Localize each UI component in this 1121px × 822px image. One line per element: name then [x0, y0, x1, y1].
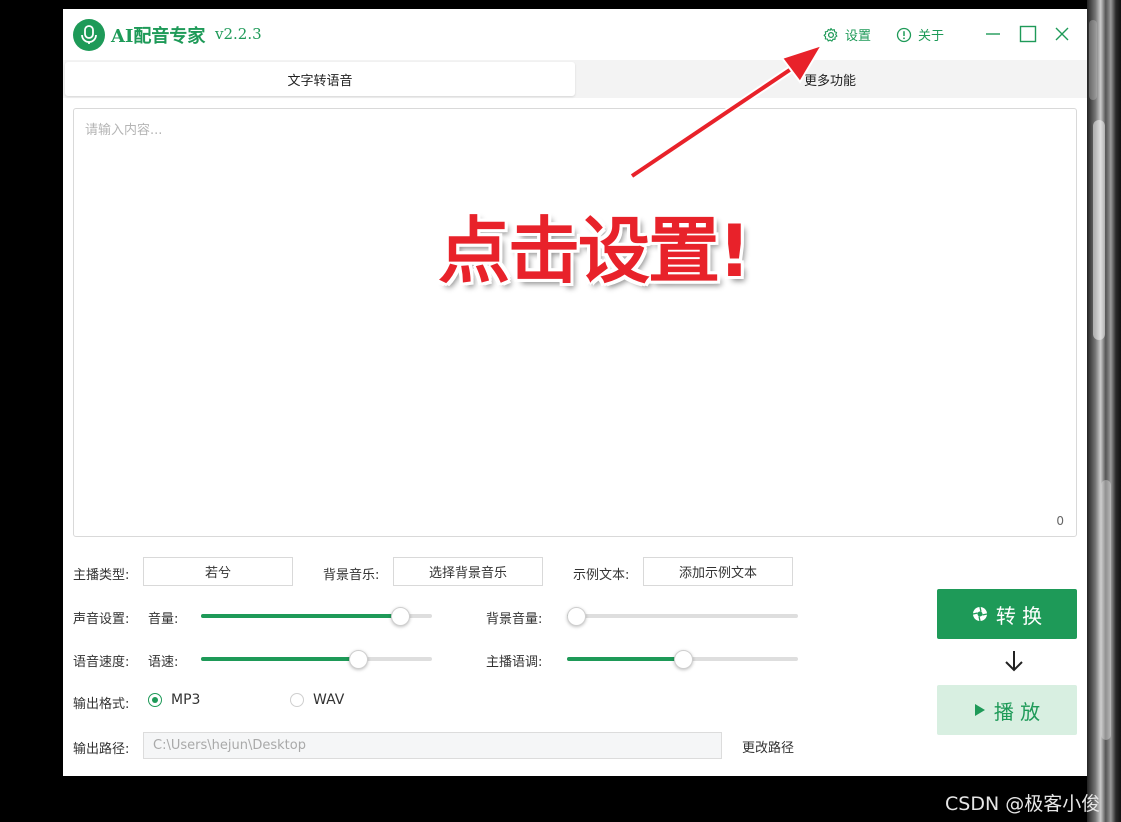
title-bar: AI配音专家 v2.2.3 设置 关于 [63, 9, 1087, 59]
about-button[interactable]: 关于 [896, 25, 944, 44]
output-format-label: 输出格式: [73, 697, 130, 712]
speech-speed-label: 语音速度: [73, 655, 130, 670]
settings-label: 设置 [845, 29, 872, 44]
convert-button[interactable]: 转 换 [937, 589, 1077, 639]
convert-label: 转 换 [995, 603, 1043, 628]
volume-slider-thumb[interactable] [390, 607, 410, 626]
volume-label: 音量: [148, 612, 179, 627]
settings-button[interactable]: 设置 [823, 25, 871, 44]
bg-volume-label: 背景音量: [486, 612, 543, 627]
char-counter: 0 [1056, 514, 1064, 528]
aperture-icon [972, 606, 987, 622]
text-input-area[interactable]: 请输入内容... 0 [73, 108, 1077, 537]
close-icon [1055, 27, 1069, 41]
change-path-link[interactable]: 更改路径 [742, 737, 794, 756]
info-icon [896, 27, 912, 42]
about-label: 关于 [918, 29, 945, 44]
watermark: CSDN @极客小俊 [945, 793, 1101, 815]
background-photo-edge [1087, 0, 1121, 822]
format-wav-radio[interactable]: WAV [290, 692, 344, 708]
text-input-placeholder: 请输入内容... [85, 123, 163, 138]
maximize-icon [1019, 25, 1037, 43]
speed-slider-thumb[interactable] [349, 650, 369, 669]
play-label: 播 放 [993, 699, 1041, 724]
volume-slider[interactable] [201, 606, 432, 626]
sound-settings-label: 声音设置: [73, 612, 130, 627]
tab-more-features[interactable]: 更多功能 [575, 62, 1085, 96]
app-version: v2.2.3 [215, 25, 262, 43]
rate-label: 语速: [148, 655, 179, 670]
gear-icon [823, 27, 838, 42]
speed-slider[interactable] [201, 649, 432, 669]
bgm-label: 背景音乐: [323, 568, 380, 583]
tab-bar: 文字转语音 更多功能 [63, 60, 1087, 98]
pitch-slider[interactable] [567, 649, 798, 669]
play-icon [974, 704, 985, 716]
pitch-label: 主播语调: [486, 655, 543, 670]
format-mp3-label: MP3 [171, 692, 201, 708]
bg-volume-slider[interactable] [567, 606, 798, 626]
minimize-button[interactable] [981, 22, 1005, 46]
add-sample-text-button[interactable]: 添加示例文本 [643, 557, 793, 586]
select-bgm-button[interactable]: 选择背景音乐 [393, 557, 543, 586]
play-button[interactable]: 播 放 [937, 685, 1077, 735]
annotation-callout: 点击设置! [438, 209, 751, 293]
app-window: AI配音专家 v2.2.3 设置 关于 文字转语音 更多功能 请输入内容... … [63, 9, 1087, 776]
format-mp3-radio[interactable]: MP3 [148, 692, 200, 708]
sample-text-label: 示例文本: [573, 568, 630, 583]
bg-volume-slider-thumb[interactable] [567, 607, 587, 626]
format-wav-label: WAV [313, 692, 345, 708]
tab-text-to-speech[interactable]: 文字转语音 [65, 62, 575, 96]
anchor-type-label: 主播类型: [73, 568, 130, 583]
output-path-field[interactable]: C:\Users\hejun\Desktop [143, 732, 722, 759]
pitch-slider-thumb[interactable] [673, 650, 693, 669]
app-title: AI配音专家 [111, 26, 206, 47]
maximize-button[interactable] [1016, 22, 1040, 46]
anchor-select-button[interactable]: 若兮 [143, 557, 293, 586]
radio-checked-icon [148, 693, 162, 707]
minimize-icon [986, 33, 1000, 35]
close-button[interactable] [1050, 22, 1074, 46]
output-path-label: 输出路径: [73, 742, 130, 757]
arrow-down-icon [1005, 651, 1023, 672]
radio-unchecked-icon [290, 693, 304, 707]
microphone-icon [73, 19, 105, 51]
